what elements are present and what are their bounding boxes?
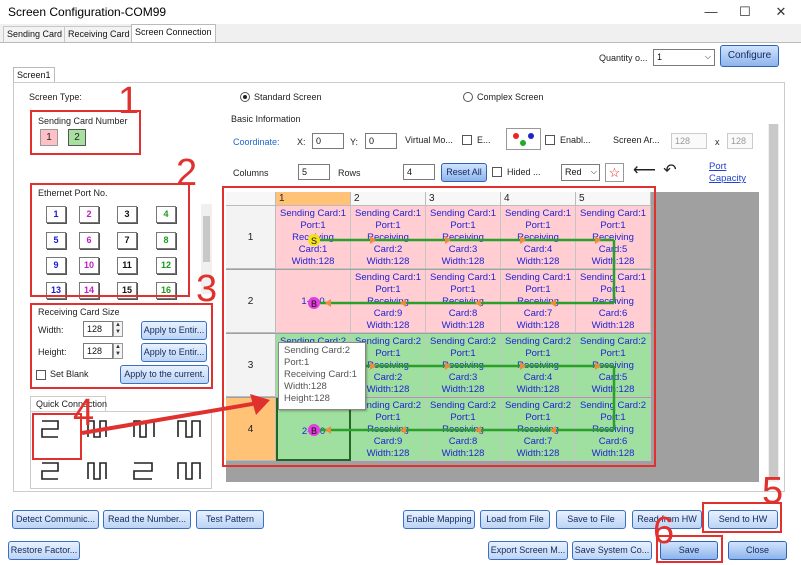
- complex-screen-radio[interactable]: [463, 92, 473, 102]
- window-title: Screen Configuration-COM99: [8, 5, 167, 19]
- color-select-value: Red: [565, 167, 582, 177]
- area-height-input[interactable]: 128: [727, 133, 753, 149]
- close-button[interactable]: Close: [728, 541, 787, 560]
- basic-info-title: Basic Information: [231, 114, 301, 124]
- qc-pattern-6[interactable]: [87, 462, 107, 480]
- annotation-number-1: 1: [118, 80, 140, 122]
- screen-area-label: Screen Ar...: [613, 135, 660, 145]
- standard-screen-radio[interactable]: [240, 92, 250, 102]
- tab-strip: Sending Card Receiving Card Screen Conne…: [0, 24, 801, 42]
- virtual-mode-checkbox[interactable]: [462, 135, 472, 145]
- undo-icon[interactable]: ↶: [660, 161, 680, 181]
- enable-label: Enabl...: [560, 135, 591, 145]
- detect-communication-button[interactable]: Detect Communic...: [12, 510, 99, 529]
- qc-pattern-7[interactable]: [133, 462, 153, 480]
- tab-sending-card[interactable]: Sending Card: [3, 26, 67, 42]
- port-capacity-link[interactable]: Port Capacity: [709, 161, 759, 185]
- virtual-mode-label: Virtual Mo...: [405, 135, 453, 145]
- annotation-number-2: 2: [176, 152, 198, 194]
- x-input[interactable]: 0: [312, 133, 344, 149]
- columns-label: Columns: [233, 168, 269, 178]
- save-system-config-button[interactable]: Save System Co...: [572, 541, 652, 560]
- qc-pattern-5[interactable]: [41, 462, 59, 480]
- area-width-input[interactable]: 128: [671, 133, 707, 149]
- color-select[interactable]: Red ⌵: [561, 164, 600, 181]
- enable-checkbox[interactable]: [545, 135, 555, 145]
- annotation-number-5: 5: [762, 470, 784, 512]
- qc-pattern-8[interactable]: [177, 462, 201, 480]
- y-input[interactable]: 0: [365, 133, 397, 149]
- annotation-number-6: 6: [653, 510, 675, 552]
- star-icon[interactable]: ☆: [605, 163, 624, 182]
- configure-button[interactable]: Configure: [720, 45, 779, 67]
- coordinate-label: Coordinate:: [233, 137, 280, 147]
- tab-screen1[interactable]: Screen1: [13, 67, 55, 83]
- minimize-icon[interactable]: —: [694, 0, 728, 24]
- chevron-down-icon: ⌵: [704, 52, 711, 61]
- red-arrow-icon: [81, 394, 270, 435]
- area-x-label: x: [715, 137, 720, 147]
- maximize-icon[interactable]: ☐: [728, 0, 762, 24]
- save-to-file-button[interactable]: Save to File: [556, 510, 626, 529]
- test-pattern-button[interactable]: Test Pattern: [196, 510, 264, 529]
- back-arrow-icon[interactable]: ⟵: [633, 161, 656, 181]
- enable-mapping-button[interactable]: Enable Mapping: [403, 510, 475, 529]
- hided-checkbox[interactable]: [492, 167, 502, 177]
- hided-label: Hided ...: [507, 167, 541, 177]
- reset-all-button[interactable]: Reset All: [441, 163, 487, 182]
- virtual-e-label: E...: [477, 135, 491, 145]
- standard-screen-label: Standard Screen: [254, 92, 322, 102]
- columns-input[interactable]: 5: [298, 164, 330, 180]
- rows-input[interactable]: 4: [403, 164, 435, 180]
- export-screen-button[interactable]: Export Screen M...: [488, 541, 568, 560]
- tab-receiving-card[interactable]: Receiving Card: [64, 26, 134, 42]
- quantity-value: 1: [657, 52, 663, 62]
- load-from-file-button[interactable]: Load from File: [480, 510, 550, 529]
- annotation-box-2: [30, 183, 190, 297]
- screen-type-label: Screen Type:: [29, 92, 82, 102]
- x-label: X:: [297, 137, 306, 147]
- complex-screen-label: Complex Screen: [477, 92, 544, 102]
- rows-label: Rows: [338, 168, 361, 178]
- tab-screen-connection[interactable]: Screen Connection: [131, 24, 216, 42]
- chevron-down-icon: ⌵: [590, 167, 597, 176]
- quantity-select[interactable]: 1 ⌵: [653, 49, 715, 66]
- rgb-icon[interactable]: [506, 128, 541, 150]
- y-label: Y:: [350, 137, 359, 147]
- restore-factory-button[interactable]: Restore Factor...: [8, 541, 80, 560]
- read-number-button[interactable]: Read the Number...: [103, 510, 191, 529]
- quantity-label: Quantity o...: [599, 53, 648, 63]
- annotation-number-3: 3: [196, 268, 218, 310]
- main-scrollbar[interactable]: [768, 124, 779, 482]
- annotation-box-3-left: [30, 303, 213, 389]
- close-icon[interactable]: ✕: [764, 0, 798, 24]
